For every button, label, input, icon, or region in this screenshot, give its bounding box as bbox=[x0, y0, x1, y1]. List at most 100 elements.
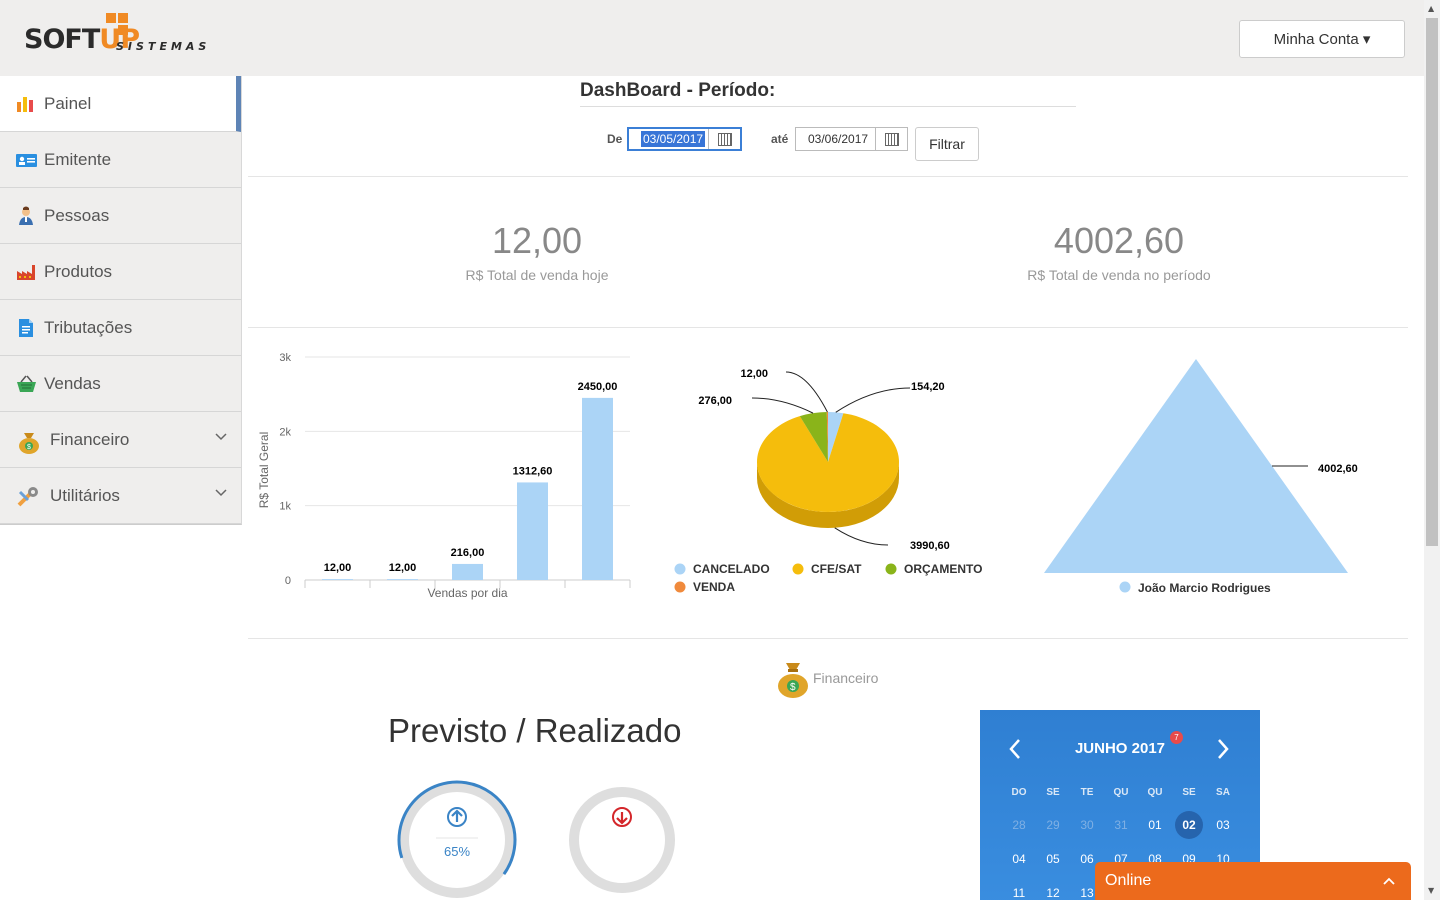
money-bag-icon: $ bbox=[776, 660, 810, 702]
calendar-day[interactable]: 31 bbox=[1104, 808, 1138, 842]
calendar-weekday: QU bbox=[1147, 787, 1163, 798]
bar bbox=[452, 563, 483, 580]
id-card-icon bbox=[16, 150, 37, 170]
date-to-picker[interactable] bbox=[875, 128, 907, 150]
pie-data-label: 276,00 bbox=[698, 395, 732, 407]
legend-label: ORÇAMENTO bbox=[904, 562, 982, 576]
online-chat-label: Online bbox=[1105, 872, 1152, 889]
legend-marker bbox=[792, 563, 804, 575]
gauge-down-track bbox=[569, 787, 675, 893]
logo-soft: SOFT bbox=[24, 24, 100, 55]
divider bbox=[248, 176, 1408, 177]
sidebar-item-label: Financeiro bbox=[50, 429, 130, 449]
legend-label: CFE/SAT bbox=[811, 562, 862, 576]
sidebar-item-vendas[interactable]: Vendas bbox=[0, 356, 241, 412]
svg-text:$: $ bbox=[27, 444, 31, 451]
calendar-day[interactable]: 11 bbox=[1002, 876, 1036, 900]
legend-label: VENDA bbox=[693, 580, 735, 594]
calendar-day[interactable]: 28 bbox=[1002, 808, 1036, 842]
y-tick-label: 3k bbox=[279, 352, 291, 364]
bar-data-label: 12,00 bbox=[389, 562, 417, 574]
bar-chart-icon bbox=[16, 94, 36, 114]
vertical-scrollbar[interactable]: ▲ ▼ bbox=[1424, 0, 1440, 900]
sidebar-item-financeiro[interactable]: $ Financeiro bbox=[0, 412, 241, 468]
date-to-input[interactable]: 03/06/2017 bbox=[795, 127, 908, 151]
calendar-day[interactable]: 29 bbox=[1036, 808, 1070, 842]
person-icon bbox=[16, 206, 36, 226]
bar-chart: 0 1k 2k 3k 12,00 12,00 216,00 1312,60 2450,00 Ven… bbox=[257, 352, 631, 600]
arrow-down-circle-icon bbox=[612, 807, 632, 827]
chevron-down-icon[interactable] bbox=[215, 430, 227, 444]
calendar-day[interactable]: 04 bbox=[1002, 842, 1036, 876]
sidebar-item-pessoas[interactable]: Pessoas bbox=[0, 188, 241, 244]
logo[interactable]: SOFTUP SISTEMAS bbox=[24, 12, 234, 60]
bar-data-label: 12,00 bbox=[324, 562, 352, 574]
scroll-up-arrow-icon[interactable]: ▲ bbox=[1428, 4, 1434, 13]
bar bbox=[517, 482, 548, 580]
bar-data-label: 216,00 bbox=[451, 547, 485, 559]
calendar-weekday: DO bbox=[1011, 787, 1027, 798]
y-tick-label: 1k bbox=[279, 501, 291, 513]
sidebar-item-label: Tributações bbox=[44, 317, 133, 337]
pie-leader-line bbox=[751, 397, 814, 414]
chevron-down-icon[interactable] bbox=[215, 486, 227, 500]
legend-marker bbox=[674, 581, 686, 593]
sidebar-item-label: Emitente bbox=[44, 149, 112, 169]
sidebar-item-label: Vendas bbox=[44, 373, 101, 393]
date-from-picker[interactable] bbox=[708, 129, 740, 149]
pyramid-data-label: 4002,60 bbox=[1318, 463, 1358, 475]
tools-icon bbox=[16, 486, 42, 506]
y-tick-label: 0 bbox=[285, 575, 291, 587]
date-to-value[interactable]: 03/06/2017 bbox=[796, 132, 875, 146]
pie-leader-line bbox=[834, 527, 889, 546]
document-icon bbox=[16, 318, 36, 338]
x-axis-label: Vendas por dia bbox=[427, 586, 507, 600]
calendar-day[interactable]: 30 bbox=[1070, 808, 1104, 842]
sidebar-item-produtos[interactable]: Produtos bbox=[0, 244, 241, 300]
date-from-value[interactable]: 03/05/2017 bbox=[629, 131, 708, 147]
sidebar-item-emitente[interactable]: Emitente bbox=[0, 132, 241, 188]
calendar-weekday: TE bbox=[1080, 787, 1094, 798]
gauge-up-track bbox=[399, 782, 515, 898]
sidebar-item-label: Painel bbox=[44, 93, 92, 113]
calendar-day[interactable]: 01 bbox=[1138, 808, 1172, 842]
stat-today-label: R$ Total de venda hoje bbox=[465, 267, 609, 283]
chevron-up-icon[interactable] bbox=[1383, 872, 1395, 888]
legend-marker bbox=[885, 563, 897, 575]
bar bbox=[582, 397, 613, 580]
calendar-badge: 7 bbox=[1170, 731, 1183, 744]
pyramid-chart: 4002,60 João Marcio Rodrigues bbox=[1044, 359, 1358, 595]
scrollbar-thumb[interactable] bbox=[1426, 18, 1438, 546]
calendar-next-button[interactable] bbox=[1216, 738, 1230, 766]
calendar-weekday: SE bbox=[1046, 787, 1060, 798]
bar-data-label: 2450,00 bbox=[578, 381, 618, 393]
sidebar-item-utilitarios[interactable]: Utilitários bbox=[0, 468, 241, 524]
legend-label: CANCELADO bbox=[693, 562, 770, 576]
header: SOFTUP SISTEMAS Minha Conta ▾ bbox=[0, 0, 1424, 76]
stat-today-value: 12,00 bbox=[491, 220, 583, 261]
calendar-day[interactable]: 03 bbox=[1206, 808, 1240, 842]
date-from-input[interactable]: 03/05/2017 bbox=[627, 127, 742, 151]
calendar-day[interactable]: 02 bbox=[1172, 808, 1206, 842]
calendar-today: 02 bbox=[1175, 811, 1203, 839]
from-label: De bbox=[607, 132, 623, 146]
filter-button[interactable]: Filtrar bbox=[915, 127, 979, 161]
sidebar-item-tributacoes[interactable]: Tributações bbox=[0, 300, 241, 356]
calendar-day[interactable]: 05 bbox=[1036, 842, 1070, 876]
calendar-weekday: SA bbox=[1216, 787, 1230, 798]
svg-text:$: $ bbox=[790, 682, 796, 693]
pie-leader-line bbox=[835, 387, 911, 413]
pie-leader-line bbox=[785, 371, 828, 413]
legend-marker bbox=[1119, 581, 1131, 593]
gauge-down bbox=[569, 787, 675, 893]
online-chat-bar[interactable]: Online bbox=[1095, 862, 1411, 900]
calendar-weekday: QU bbox=[1113, 787, 1129, 798]
sidebar-item-painel[interactable]: Painel bbox=[0, 76, 241, 132]
scroll-down-arrow-icon[interactable]: ▼ bbox=[1428, 886, 1434, 895]
stat-period-value: 4002,60 bbox=[1053, 220, 1185, 261]
account-menu-button[interactable]: Minha Conta ▾ bbox=[1239, 20, 1405, 58]
sidebar-item-label: Utilitários bbox=[50, 485, 120, 505]
pie-chart: 154,20 3990,60 276,00 12,00 CANCELADO CFE/SAT… bbox=[674, 368, 982, 594]
calendar-day[interactable]: 12 bbox=[1036, 876, 1070, 900]
legend-marker bbox=[674, 563, 686, 575]
